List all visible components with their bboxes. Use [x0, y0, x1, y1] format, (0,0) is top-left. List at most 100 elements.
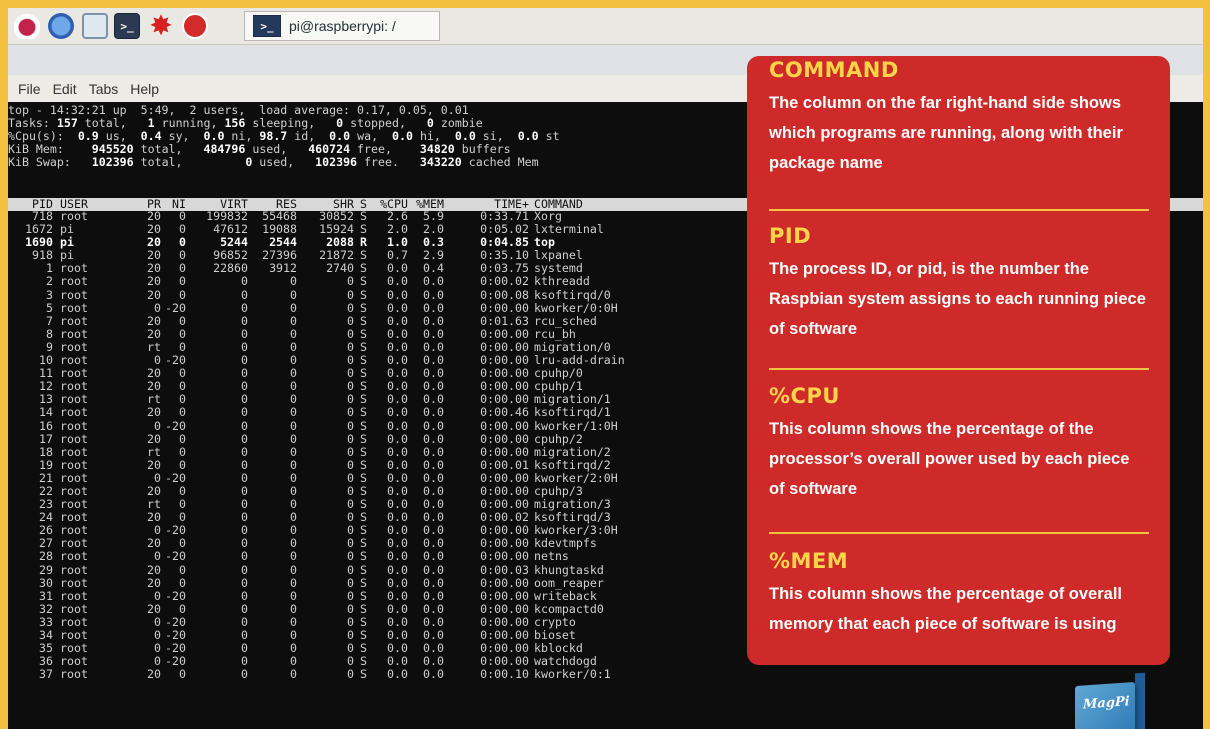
cell-res: 0: [290, 470, 297, 485]
cell-cpu: 0.0: [387, 444, 408, 459]
mem-total: 945520: [91, 143, 134, 156]
s: zombie: [433, 117, 483, 130]
cell-state: S: [360, 549, 367, 564]
cell-ni: 0: [179, 444, 186, 459]
callout-title: %CPU: [769, 384, 840, 408]
terminal-icon[interactable]: >_: [114, 13, 140, 39]
cell-state: S: [360, 470, 367, 485]
raspberry-menu-icon[interactable]: [14, 13, 40, 39]
table-row: 19 root 20 0 0 0 0 S 0.0 0.0 0:00.01 ksoftirqd/2: [8, 457, 748, 472]
s: buffers: [454, 143, 511, 156]
cell-time: 0:00.00: [480, 444, 529, 459]
table-row: 18 root rt 0 0 0 0 S 0.0 0.0 0:00.00 migration/2: [8, 444, 748, 459]
cell-user: root: [60, 667, 88, 682]
cell-time: 0:00.02: [480, 274, 529, 289]
top-summary: top - 14:32:21 up 5:49, 2 users, load av…: [8, 104, 768, 169]
cell-ni: 0: [179, 601, 186, 616]
menu-edit[interactable]: Edit: [53, 81, 77, 97]
cell-cpu: 0.0: [387, 575, 408, 590]
callout-body: The process ID, or pid, is the number th…: [769, 260, 1146, 338]
s: id,: [287, 130, 330, 143]
mem-buffers: 34820: [419, 143, 455, 156]
cell-cpu: 0.0: [387, 274, 408, 289]
menu-tabs[interactable]: Tabs: [89, 81, 119, 97]
cell-virt: 0: [241, 562, 248, 577]
swap-total: 102396: [91, 156, 134, 169]
cell-virt: 0: [241, 575, 248, 590]
table-row: 10 root 0 -20 0 0 0 S 0.0 0.0 0:00.00 lru-add-drain: [8, 353, 748, 367]
cell-command: ksoftirqd/0: [534, 287, 611, 302]
summary-cpu-line: %Cpu(s): 0.9 us, 0.4 sy, 0.0 ni, 98.7 id…: [8, 130, 768, 143]
taskbar-window-button[interactable]: >_ pi@raspberrypi: /: [244, 11, 440, 41]
cell-user: root: [60, 457, 88, 472]
cell-time: 0:00.00: [480, 418, 529, 433]
cell-time: 0:00.00: [480, 575, 529, 590]
cell-virt: 0: [241, 601, 248, 616]
table-row: 11 root 20 0 0 0 0 S 0.0 0.0 0:00.00 cpuhp/0: [8, 367, 748, 380]
cell-pid: 28: [39, 549, 53, 564]
cell-res: 0: [290, 457, 297, 472]
cell-command: kcompactd0: [534, 601, 604, 616]
terminal-icon: >_: [253, 15, 281, 37]
cell-pid: 14: [39, 405, 53, 420]
tasks-sleeping: 156: [224, 117, 246, 130]
table-row: 37 root 20 0 0 0 0 S 0.0 0.0 0:00.10 kworker/0:1: [8, 668, 748, 681]
cell-cpu: 0.0: [387, 326, 408, 341]
cell-mem: 0.0: [423, 405, 444, 420]
callout-body: The column on the far right-hand side sh…: [769, 94, 1123, 172]
cell-state: S: [360, 274, 367, 289]
cell-ni: 0: [179, 562, 186, 577]
menu-file[interactable]: File: [18, 81, 41, 97]
cell-mem: 0.0: [423, 549, 444, 564]
cell-state: S: [360, 562, 367, 577]
web-browser-icon[interactable]: [48, 13, 74, 39]
table-row: 22 root 20 0 0 0 0 S 0.0 0.0 0:00.00 cpuhp/3: [8, 484, 748, 498]
cell-pid: 16: [39, 418, 53, 433]
cell-pr: 0: [154, 588, 161, 603]
s: hi,: [412, 130, 455, 143]
cell-pr: 0: [154, 549, 161, 564]
cell-pid: 7: [46, 313, 53, 328]
s: free.: [357, 156, 420, 169]
cell-pid: 19: [39, 457, 53, 472]
cell-virt: 0: [241, 470, 248, 485]
cell-res: 0: [290, 444, 297, 459]
cell-cpu: 0.0: [387, 313, 408, 328]
cell-user: root: [60, 326, 88, 341]
cell-command: ksoftirqd/1: [534, 405, 611, 420]
cell-shr: 0: [347, 405, 354, 420]
cell-command: kworker/2:0H: [534, 470, 618, 485]
cell-pid: 5: [46, 300, 53, 315]
wolfram-icon[interactable]: [182, 13, 208, 39]
magazine-spine: [1135, 672, 1145, 729]
cell-time: 0:00.46: [480, 405, 529, 420]
cell-mem: 0.0: [423, 326, 444, 341]
cell-user: root: [60, 313, 88, 328]
table-row: 30 root 20 0 0 0 0 S 0.0 0.0 0:00.00 oom_reaper: [8, 575, 748, 590]
cell-virt: 0: [241, 418, 248, 433]
cell-time: 0:00.10: [480, 667, 529, 682]
s: cached Mem: [461, 156, 539, 169]
cell-pid: 21: [39, 470, 53, 485]
cell-mem: 0.0: [423, 457, 444, 472]
cell-mem: 0.0: [423, 313, 444, 328]
s: free,: [350, 143, 420, 156]
mathematica-icon[interactable]: ✸: [148, 12, 174, 40]
cpu-ni: 0.0: [203, 130, 225, 143]
cell-res: 0: [290, 601, 297, 616]
cell-pid: 8: [46, 326, 53, 341]
summary-uptime-text: top - 14:32:21 up 5:49, 2 users, load av…: [8, 104, 469, 117]
cell-command: kworker/0:0H: [534, 300, 618, 315]
cell-cpu: 0.0: [387, 470, 408, 485]
cell-pr: rt: [147, 444, 161, 459]
cell-pr: 0: [154, 300, 161, 315]
cell-pid: 29: [39, 562, 53, 577]
menu-help[interactable]: Help: [130, 81, 159, 97]
cell-pr: 20: [147, 405, 161, 420]
cell-ni: -20: [165, 300, 186, 315]
cell-command: rcu_sched: [534, 313, 597, 328]
cell-time: 0:01.63: [480, 313, 529, 328]
file-manager-icon[interactable]: [82, 13, 108, 39]
cell-pid: 30: [39, 575, 53, 590]
s: wa,: [350, 130, 393, 143]
